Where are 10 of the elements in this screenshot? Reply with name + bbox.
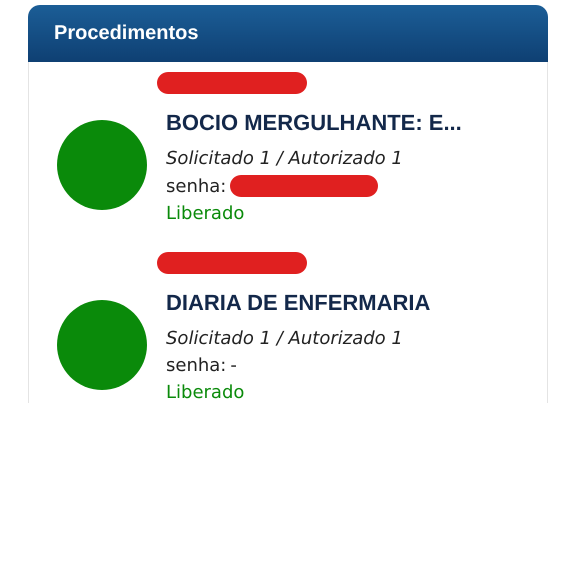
panel-title: Procedimentos bbox=[54, 22, 198, 45]
password-value: - bbox=[230, 355, 237, 376]
status-text: Liberado bbox=[166, 203, 246, 224]
password-label: senha: bbox=[166, 176, 226, 196]
status-text: Liberado bbox=[166, 382, 246, 403]
quantities-text: Solicitado 1 / Autorizado 1 bbox=[166, 148, 404, 169]
procedure-title: DIARIA DE ENFERMARIA bbox=[166, 290, 430, 316]
procedure-title: BOCIO MERGULHANTE: E... bbox=[166, 110, 462, 136]
quantities-text: Solicitado 1 / Autorizado 1 bbox=[166, 328, 404, 349]
password-label: senha: bbox=[166, 355, 226, 376]
